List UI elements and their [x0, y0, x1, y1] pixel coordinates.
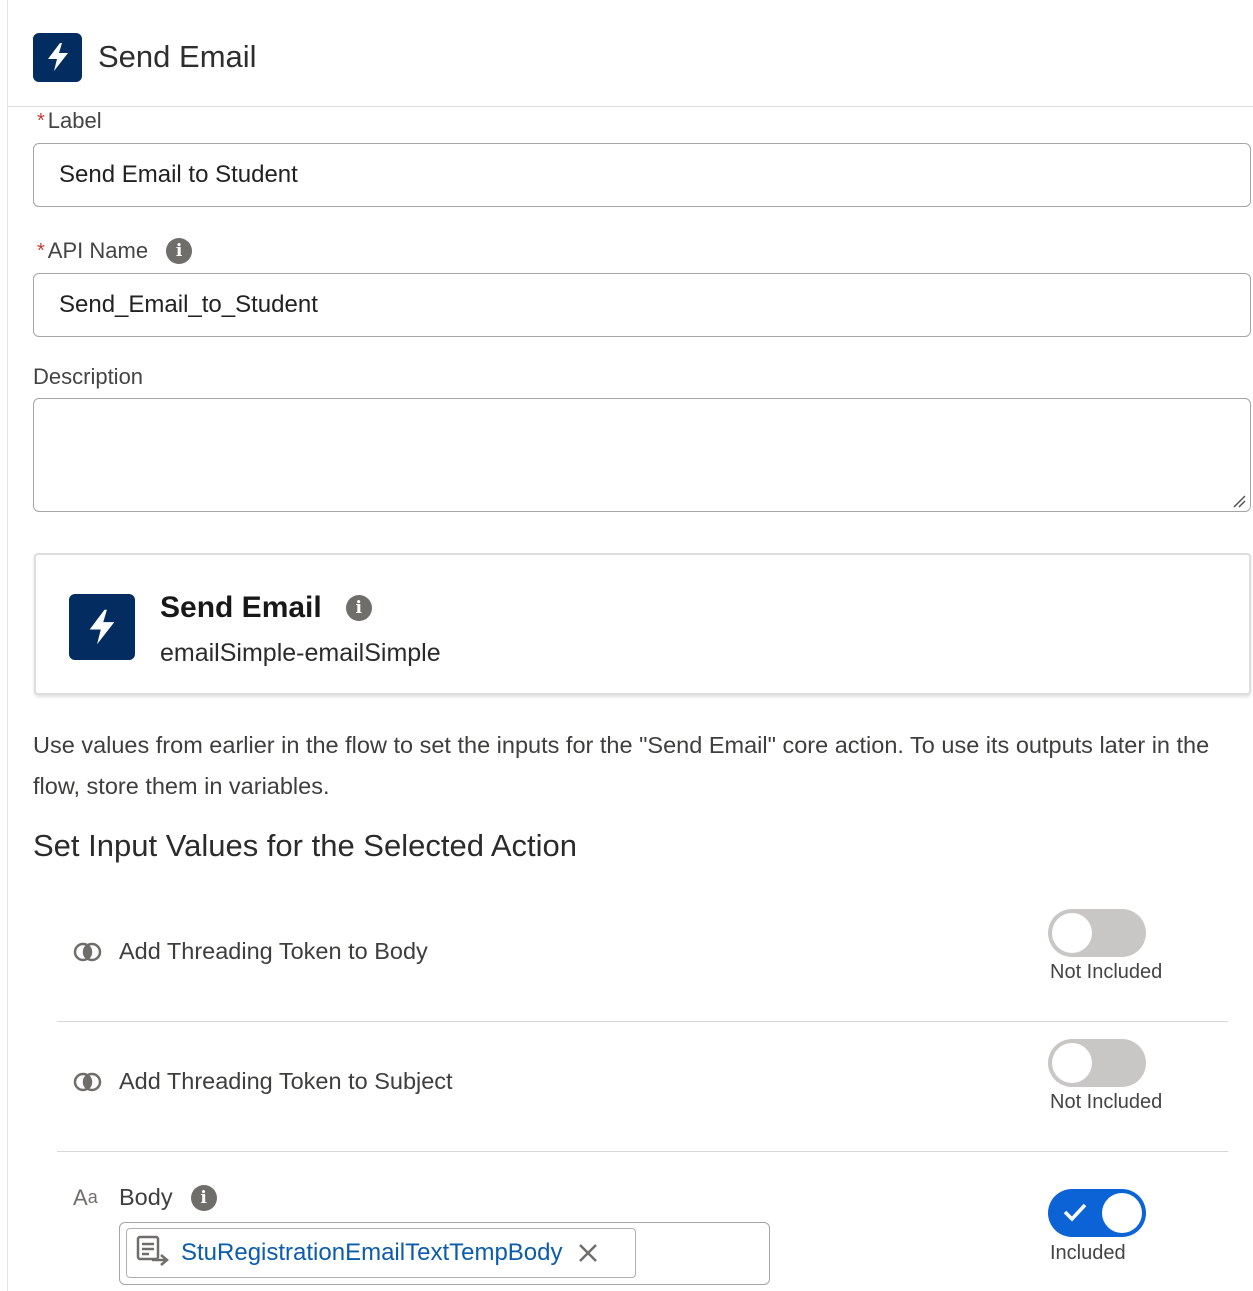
input-row-body: Aa Body i — [73, 1184, 217, 1211]
boolean-icon — [73, 1072, 103, 1092]
info-icon[interactable]: i — [345, 595, 372, 621]
label-input[interactable]: Send Email to Student — [33, 143, 1251, 207]
input-row-threading-body: Add Threading Token to Body — [73, 938, 428, 965]
close-icon[interactable] — [577, 1242, 599, 1264]
flow-action-editor: Send Email * Label Send Email to Student… — [0, 0, 1253, 1291]
toggle-state-label: Included — [1050, 1242, 1126, 1264]
include-toggle-threading-subject[interactable] — [1048, 1039, 1146, 1087]
boolean-icon — [73, 942, 103, 962]
required-marker: * — [37, 239, 45, 262]
selected-action-card: Send Email i emailSimple-emailSimple — [34, 553, 1251, 695]
text-type-glyph-sub: a — [87, 1187, 98, 1207]
header-divider — [8, 106, 1253, 107]
input-row-threading-subject: Add Threading Token to Subject — [73, 1068, 453, 1095]
input-row-label: Body — [119, 1184, 173, 1210]
body-value-input[interactable]: StuRegistrationEmailTextTempBody — [119, 1222, 770, 1285]
editor-title: Send Email — [98, 39, 257, 74]
include-toggle-threading-body[interactable] — [1048, 909, 1146, 957]
input-row-label: Add Threading Token to Subject — [119, 1068, 453, 1094]
resource-pill-label: StuRegistrationEmailTextTempBody — [181, 1239, 563, 1266]
text-type-icon: Aa — [73, 1185, 103, 1211]
required-marker: * — [37, 109, 45, 132]
lightning-icon — [69, 594, 135, 660]
resize-grip-icon[interactable] — [1232, 494, 1246, 508]
input-row-label: Add Threading Token to Body — [119, 938, 428, 964]
row-divider — [57, 1151, 1228, 1152]
description-field-label: Description — [33, 364, 144, 389]
info-icon[interactable]: i — [166, 238, 193, 264]
text-template-icon — [135, 1234, 171, 1273]
description-textarea[interactable] — [33, 398, 1251, 512]
action-api-name: emailSimple-emailSimple — [160, 639, 441, 667]
api-name-field-text: API Name — [47, 238, 149, 263]
toggle-knob — [1052, 913, 1092, 953]
row-divider — [57, 1021, 1228, 1022]
api-name-input[interactable]: Send_Email_to_Student — [33, 273, 1251, 337]
info-icon[interactable]: i — [190, 1184, 217, 1211]
action-title: Send Email i — [160, 591, 372, 625]
resource-pill[interactable]: StuRegistrationEmailTextTempBody — [126, 1228, 636, 1278]
action-title-text: Send Email — [160, 591, 322, 624]
api-name-field-label: * API Name i — [37, 238, 193, 264]
label-field-text: Label — [47, 108, 102, 133]
toggle-state-label: Not Included — [1050, 961, 1163, 983]
help-text: Use values from earlier in the flow to s… — [33, 732, 1210, 799]
toggle-knob — [1102, 1193, 1142, 1233]
toggle-knob — [1052, 1043, 1092, 1083]
check-icon — [1063, 1203, 1087, 1222]
section-title: Set Input Values for the Selected Action — [33, 828, 577, 863]
editor-header: Send Email — [33, 32, 257, 82]
panel-left-edge — [7, 0, 8, 1291]
label-field-label: * Label — [37, 108, 102, 134]
text-type-glyph: A — [73, 1184, 88, 1210]
lightning-icon — [33, 32, 82, 82]
include-toggle-body[interactable] — [1048, 1189, 1146, 1237]
toggle-state-label: Not Included — [1050, 1091, 1163, 1113]
